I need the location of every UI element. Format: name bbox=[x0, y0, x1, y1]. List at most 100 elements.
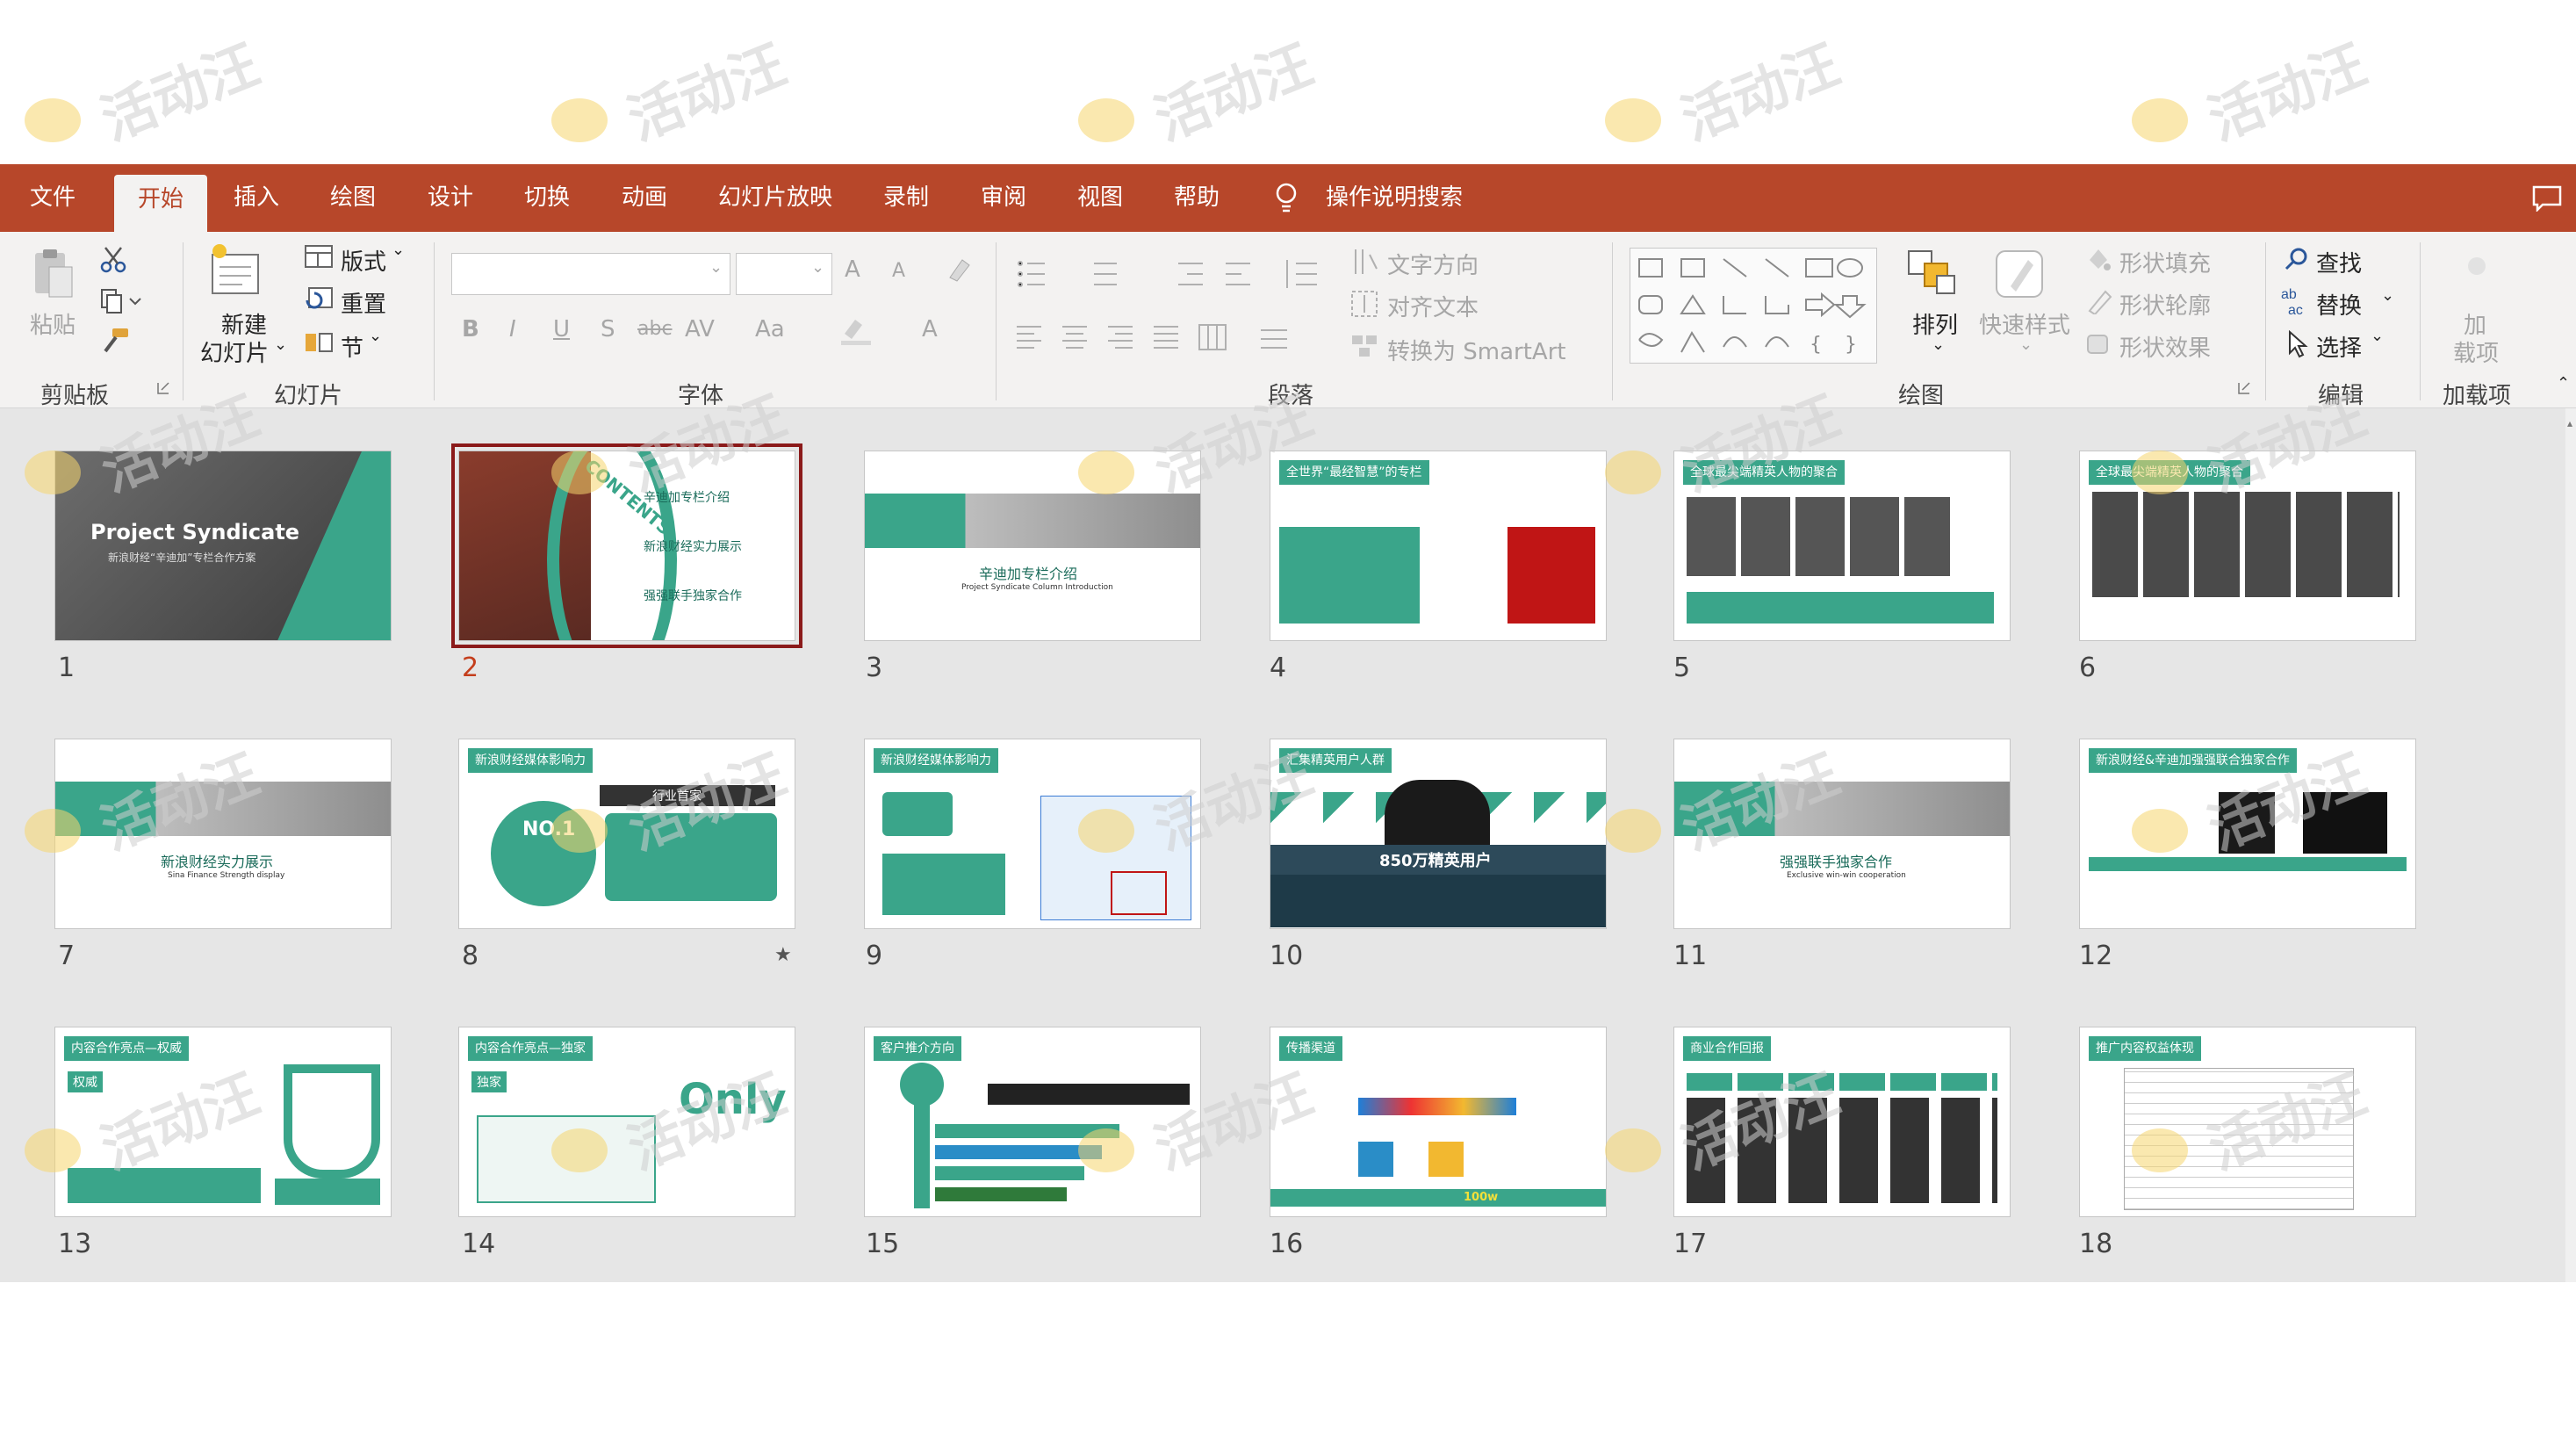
slide-thumbnail[interactable]: 新浪财经媒体影响力 bbox=[864, 739, 1201, 929]
chevron-down-icon[interactable]: ⌄ bbox=[2381, 286, 2394, 305]
select-cursor-icon[interactable] bbox=[2286, 330, 2309, 358]
bold-button[interactable]: B bbox=[462, 316, 479, 342]
slide-number: 8 bbox=[462, 941, 479, 971]
shrink-font-button[interactable]: A bbox=[892, 260, 905, 282]
addins-icon[interactable] bbox=[2464, 253, 2490, 279]
list-buttons-icon[interactable] bbox=[1015, 256, 1331, 292]
tab-help[interactable]: 帮助 bbox=[1174, 164, 1220, 232]
new-slide-label-2[interactable]: 幻灯片 bbox=[200, 335, 269, 368]
format-painter-icon[interactable] bbox=[100, 327, 132, 355]
slide-thumbnail[interactable]: 全世界“最经智慧”的专栏 bbox=[1270, 451, 1607, 641]
group-separator bbox=[1612, 242, 1613, 400]
watermark-logo-icon bbox=[1605, 1128, 1661, 1172]
section-button[interactable]: 节 bbox=[341, 330, 363, 363]
reset-button[interactable]: 重置 bbox=[341, 286, 386, 319]
change-case-button[interactable]: Aa bbox=[755, 316, 785, 342]
font-color-button[interactable]: A bbox=[922, 316, 938, 342]
alignment-buttons-icon[interactable] bbox=[1015, 321, 1305, 353]
paste-icon[interactable] bbox=[32, 248, 76, 300]
tab-transitions[interactable]: 切换 bbox=[524, 164, 570, 232]
collapse-ribbon-icon[interactable]: ⌃ bbox=[2557, 374, 2570, 393]
shadow-button[interactable]: S bbox=[601, 316, 615, 342]
scroll-up-icon[interactable]: ▴ bbox=[2567, 417, 2574, 435]
chevron-down-icon[interactable]: ⌄ bbox=[369, 327, 382, 345]
tab-home[interactable]: 开始 bbox=[114, 175, 207, 232]
chevron-down-icon[interactable]: ⌄ bbox=[1932, 335, 1945, 354]
tab-slideshow[interactable]: 幻灯片放映 bbox=[718, 164, 832, 232]
layout-button[interactable]: 版式 bbox=[341, 244, 386, 277]
align-text-button[interactable]: 对齐文本 bbox=[1387, 290, 1479, 322]
slide-title: 新浪财经实力展示 bbox=[161, 854, 274, 870]
chevron-down-icon[interactable]: ⌄ bbox=[709, 258, 723, 277]
italic-button[interactable]: I bbox=[509, 316, 516, 342]
convert-smartart-button[interactable]: 转换为 SmartArt bbox=[1387, 334, 1566, 366]
tab-record[interactable]: 录制 bbox=[883, 164, 929, 232]
tab-draw[interactable]: 绘图 bbox=[330, 164, 376, 232]
slide-number: 6 bbox=[2079, 652, 2097, 683]
dialog-launcher-icon[interactable] bbox=[2237, 381, 2251, 395]
watermark-logo-icon bbox=[551, 451, 608, 494]
replace-button[interactable]: 替换 bbox=[2316, 288, 2362, 321]
animation-star-icon[interactable]: ★ bbox=[774, 944, 792, 966]
tab-file[interactable]: 文件 bbox=[30, 164, 76, 232]
find-icon[interactable] bbox=[2283, 246, 2309, 272]
shape-fill-button[interactable]: 形状填充 bbox=[2119, 246, 2211, 278]
quick-styles-icon[interactable] bbox=[1993, 248, 2046, 302]
shape-outline-icon[interactable] bbox=[2084, 288, 2112, 314]
cut-icon[interactable] bbox=[100, 246, 126, 274]
watermark-logo-icon bbox=[1078, 98, 1134, 142]
watermark-text: 活动汪 bbox=[92, 32, 268, 153]
grow-font-button[interactable]: A bbox=[845, 256, 860, 283]
smartart-icon[interactable] bbox=[1350, 332, 1380, 360]
slide-title: 内容合作亮点—独家 bbox=[468, 1036, 593, 1061]
slide-thumbnail[interactable]: Project Syndicate 新浪财经“辛迪加”专栏合作方案 bbox=[54, 451, 392, 641]
text-direction-icon[interactable] bbox=[1350, 248, 1380, 276]
slide-band: 850万精英用户 bbox=[1379, 852, 1492, 870]
underline-button[interactable]: U bbox=[553, 316, 570, 342]
tell-me-search[interactable]: 操作说明搜索 bbox=[1326, 164, 1463, 232]
slide-thumbnail[interactable]: 辛迪加专栏介绍 Project Syndicate Column Introdu… bbox=[864, 451, 1201, 641]
layout-icon[interactable] bbox=[304, 244, 334, 269]
slide-title: 推广内容权益体现 bbox=[2089, 1036, 2201, 1061]
strikethrough-button[interactable]: abc bbox=[637, 318, 673, 340]
chevron-down-icon[interactable]: ⌄ bbox=[2019, 335, 2033, 354]
tab-insert[interactable]: 插入 bbox=[234, 164, 279, 232]
shape-effects-icon[interactable] bbox=[2084, 330, 2112, 357]
shape-fill-icon[interactable] bbox=[2084, 246, 2112, 272]
find-button[interactable]: 查找 bbox=[2316, 246, 2362, 278]
section-icon[interactable] bbox=[304, 330, 334, 355]
tab-animations[interactable]: 动画 bbox=[622, 164, 667, 232]
watermark-logo-icon bbox=[2132, 98, 2188, 142]
select-button[interactable]: 选择 bbox=[2316, 330, 2362, 363]
align-text-icon[interactable] bbox=[1350, 290, 1380, 318]
shapes-gallery[interactable]: {} bbox=[1630, 248, 1877, 364]
chevron-down-icon[interactable]: ⌄ bbox=[811, 258, 824, 277]
tab-design[interactable]: 设计 bbox=[428, 164, 473, 232]
slide-title: 辛迪加专栏介绍 bbox=[979, 566, 1078, 582]
reset-icon[interactable] bbox=[304, 286, 334, 311]
text-direction-button[interactable]: 文字方向 bbox=[1387, 248, 1479, 280]
chevron-down-icon[interactable]: ⌄ bbox=[274, 335, 287, 354]
character-spacing-button[interactable]: AV bbox=[685, 316, 715, 342]
group-separator bbox=[434, 242, 435, 400]
clear-formatting-icon[interactable] bbox=[945, 256, 973, 283]
replace-icon[interactable]: ab ac bbox=[2281, 286, 2313, 316]
comments-icon[interactable] bbox=[2532, 185, 2562, 212]
watermark-text: 活动汪 bbox=[1146, 32, 1321, 153]
font-name-box[interactable] bbox=[451, 253, 730, 295]
vertical-scrollbar[interactable]: ▴ bbox=[2565, 408, 2576, 1282]
arrange-icon[interactable] bbox=[1905, 248, 1958, 300]
shape-outline-button[interactable]: 形状轮廓 bbox=[2119, 288, 2211, 321]
tab-view[interactable]: 视图 bbox=[1077, 164, 1123, 232]
dialog-launcher-icon[interactable] bbox=[156, 381, 170, 395]
slide-thumbnail[interactable]: 汇集精英用户人群 850万精英用户 bbox=[1270, 739, 1607, 929]
slide-thumbnail-selected[interactable]: CONTENTS 辛迪加专栏介绍 新浪财经实力展示 强强联手独家合作 bbox=[451, 443, 802, 648]
tab-review[interactable]: 审阅 bbox=[981, 164, 1026, 232]
chevron-down-icon[interactable]: ⌄ bbox=[392, 241, 405, 259]
new-slide-icon[interactable] bbox=[207, 242, 260, 300]
highlight-icon[interactable] bbox=[839, 316, 874, 346]
chevron-down-icon[interactable]: ⌄ bbox=[2371, 327, 2384, 345]
shape-effects-button[interactable]: 形状效果 bbox=[2119, 330, 2211, 363]
addins-label-2[interactable]: 载项 bbox=[2453, 335, 2499, 368]
copy-icon[interactable] bbox=[100, 288, 142, 314]
